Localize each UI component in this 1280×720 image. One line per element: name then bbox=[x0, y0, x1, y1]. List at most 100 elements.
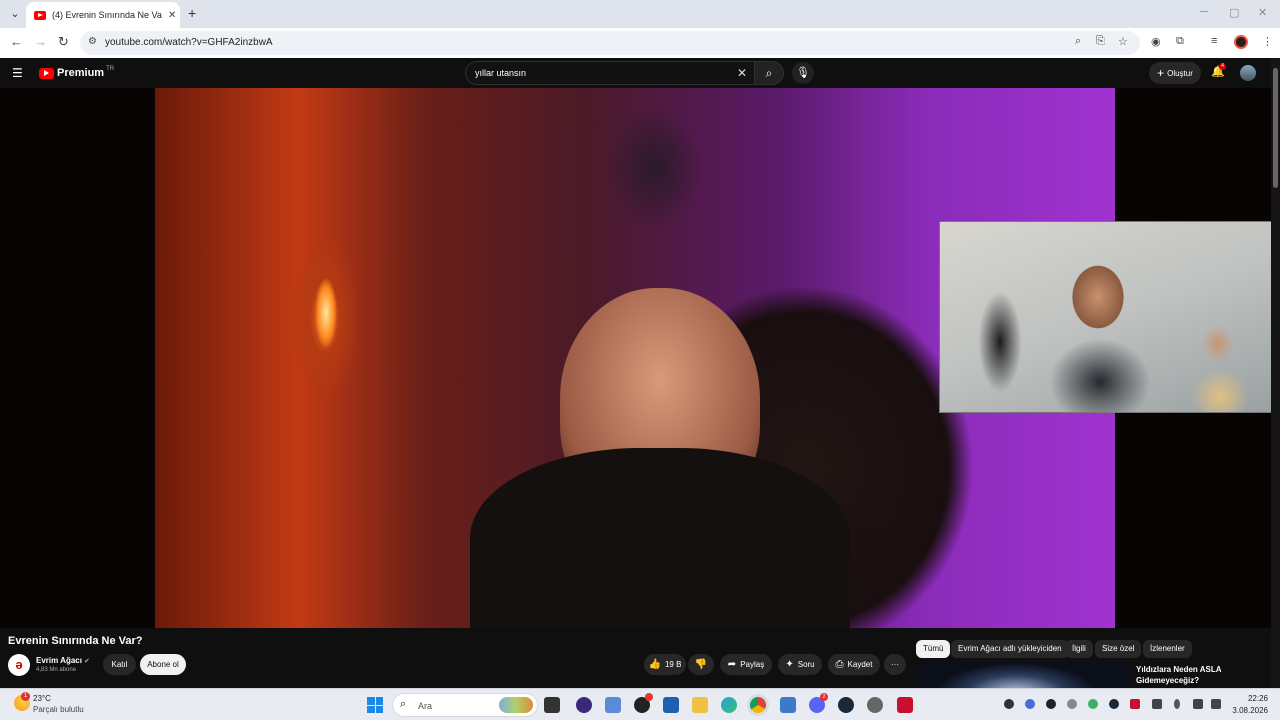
join-button[interactable]: Katıl bbox=[103, 654, 136, 675]
tray-icon-7[interactable] bbox=[1130, 699, 1140, 709]
save-button[interactable]: ⎙ Kaydet bbox=[828, 654, 880, 675]
youtube-favicon-icon bbox=[34, 10, 46, 20]
more-dots-icon: ··· bbox=[891, 660, 899, 669]
tab-search-chevron-icon[interactable]: ⌄ bbox=[6, 5, 24, 23]
chip-for-you[interactable]: Size özel bbox=[1095, 640, 1142, 658]
minimize-button[interactable]: ─ bbox=[1200, 6, 1208, 18]
recommendation-thumbnail[interactable] bbox=[916, 663, 1128, 688]
account-avatar[interactable] bbox=[1240, 65, 1256, 81]
channel-name[interactable]: Evrim Ağacı bbox=[36, 656, 82, 665]
chip-watched[interactable]: İzlenenler bbox=[1143, 640, 1192, 658]
app-red-icon[interactable] bbox=[897, 697, 913, 713]
subscribe-button[interactable]: Abone ol bbox=[140, 654, 186, 675]
weather-badge: 1 bbox=[21, 692, 30, 701]
steam-icon[interactable] bbox=[838, 697, 854, 713]
chrome-browser-icon[interactable] bbox=[750, 697, 766, 713]
voice-search-button[interactable]: 🎙 bbox=[792, 62, 814, 84]
browser-profile-avatar[interactable] bbox=[1234, 35, 1248, 49]
tab-close-icon[interactable]: ✕ bbox=[168, 10, 176, 21]
taskbar-date[interactable]: 3.08.2026 bbox=[1222, 706, 1268, 715]
reload-button[interactable]: ↻ bbox=[58, 34, 69, 50]
address-bar[interactable]: ⚙ youtube.com/watch?v=GHFA2inzbwA bbox=[80, 31, 1140, 55]
browser-menu-icon[interactable]: ⋮ bbox=[1262, 35, 1273, 48]
microphone-icon: 🎙 bbox=[796, 67, 810, 79]
tray-icon-5[interactable] bbox=[1088, 699, 1098, 709]
discord-badge: 2 bbox=[820, 693, 828, 701]
volume-icon[interactable] bbox=[1211, 699, 1221, 709]
dislike-button[interactable]: 👎 bbox=[688, 654, 714, 675]
video-title: Evrenin Sınırında Ne Var? bbox=[8, 635, 143, 647]
share-arrow-icon: ➦ bbox=[727, 659, 737, 670]
install-app-icon[interactable]: ⎘ bbox=[1096, 35, 1105, 48]
browser-tab-youtube[interactable]: (4) Evrenin Sınırında Ne Var? - YouTube … bbox=[26, 2, 180, 28]
guide-menu-icon[interactable]: ☰ bbox=[12, 66, 23, 80]
temperature[interactable]: 23°C bbox=[33, 694, 51, 703]
verified-check-icon: ✔ bbox=[83, 658, 90, 665]
ask-button[interactable]: ✦ Soru bbox=[778, 654, 822, 675]
microphone-tray-icon[interactable] bbox=[1174, 699, 1180, 709]
chip-related[interactable]: İlgili bbox=[1065, 640, 1093, 658]
window-close-button[interactable]: ✕ bbox=[1258, 6, 1267, 19]
maximize-button[interactable]: ▢ bbox=[1229, 6, 1239, 19]
recommendation-title[interactable]: Yıldızlara Neden ASLA Gidemeyeceğiz? bbox=[1136, 664, 1256, 686]
chip-from-uploader[interactable]: Evrim Ağacı adlı yükleyiciden bbox=[951, 640, 1069, 658]
tray-icon-4[interactable] bbox=[1067, 699, 1077, 709]
app-copilot-icon[interactable] bbox=[605, 697, 621, 713]
tray-icon-2[interactable] bbox=[1025, 699, 1035, 709]
edge-browser-icon[interactable] bbox=[721, 697, 737, 713]
more-actions-button[interactable]: ··· bbox=[884, 654, 906, 675]
weather-description[interactable]: Parçalı bulutlu bbox=[33, 705, 84, 714]
channel-name-row[interactable]: Evrim Ağacı ✔ bbox=[36, 656, 90, 665]
share-button[interactable]: ➦ Paylaş bbox=[720, 654, 772, 675]
logo-text: Premium bbox=[57, 67, 105, 79]
youtube-header: ☰ Premium TR yıllar utansın ✕ ⌕ 🎙 + Oluş… bbox=[0, 58, 1280, 88]
bookmark-icon: ⎙ bbox=[835, 659, 844, 670]
plus-icon: + bbox=[1157, 66, 1165, 80]
network-icon[interactable] bbox=[1193, 699, 1203, 709]
channel-avatar[interactable]: ə bbox=[8, 654, 30, 676]
url-text[interactable]: youtube.com/watch?v=GHFA2inzbwA bbox=[105, 37, 273, 48]
battery-icon[interactable] bbox=[1152, 699, 1162, 709]
extensions-puzzle-icon[interactable]: ⧉ bbox=[1176, 35, 1184, 48]
file-explorer-icon[interactable] bbox=[692, 697, 708, 713]
browser-toolbar: ← → ↻ ⚙ youtube.com/watch?v=GHFA2inzbwA bbox=[0, 28, 1280, 58]
new-tab-button[interactable]: + bbox=[188, 5, 196, 21]
site-info-icon[interactable]: ⚙ bbox=[88, 36, 97, 47]
taskbar-search-icon: ⌕ bbox=[400, 698, 407, 710]
save-label: Kaydet bbox=[847, 660, 873, 669]
share-label: Paylaş bbox=[740, 660, 765, 669]
windows-start-icon[interactable] bbox=[367, 697, 383, 713]
windows-taskbar: 1 23°C Parçalı bulutlu ⌕ Ara 2 22:26 3.0… bbox=[0, 688, 1280, 720]
extension-icon[interactable]: ◉ bbox=[1151, 35, 1161, 48]
tray-icon-3[interactable] bbox=[1046, 699, 1056, 709]
create-label: Oluştur bbox=[1167, 68, 1193, 78]
taskbar-search[interactable]: ⌕ Ara bbox=[392, 693, 538, 717]
taskbar-search-placeholder: Ara bbox=[418, 701, 433, 711]
bookmark-star-icon[interactable]: ☆ bbox=[1118, 35, 1128, 48]
back-button[interactable]: ← bbox=[10, 34, 23, 49]
page-scrollbar[interactable] bbox=[1271, 58, 1280, 688]
media-controls-icon[interactable]: ≡ bbox=[1211, 35, 1217, 47]
search-box[interactable]: yıllar utansın ✕ bbox=[465, 61, 755, 85]
forward-button[interactable]: → bbox=[34, 34, 47, 49]
tray-icon-1[interactable] bbox=[1004, 699, 1014, 709]
taskbar-clock[interactable]: 22:26 bbox=[1232, 694, 1268, 703]
scrollbar-thumb[interactable] bbox=[1273, 68, 1278, 188]
create-button[interactable]: + Oluştur bbox=[1149, 62, 1201, 84]
task-view-icon[interactable] bbox=[544, 697, 560, 713]
youtube-play-logo-icon bbox=[39, 67, 54, 79]
chip-all[interactable]: Tümü bbox=[916, 640, 951, 658]
app-store-icon[interactable] bbox=[663, 697, 679, 713]
lamp-glow bbox=[315, 278, 337, 348]
app-video-editor-icon[interactable] bbox=[780, 697, 796, 713]
search-input[interactable]: yıllar utansın bbox=[475, 68, 526, 78]
search-button[interactable]: ⌕ bbox=[754, 61, 784, 85]
settings-gear-icon[interactable] bbox=[867, 697, 883, 713]
youtube-premium-logo[interactable]: Premium TR bbox=[39, 66, 114, 79]
tray-steam-icon[interactable] bbox=[1109, 699, 1119, 709]
like-button[interactable]: 👍 19 B bbox=[644, 654, 686, 675]
app-obs-icon[interactable] bbox=[576, 697, 592, 713]
clear-search-icon[interactable]: ✕ bbox=[737, 66, 747, 80]
browser-tab-strip: ⌄ (4) Evrenin Sınırında Ne Var? - YouTub… bbox=[0, 0, 1280, 28]
zoom-icon[interactable]: ⌕ bbox=[1075, 35, 1081, 48]
